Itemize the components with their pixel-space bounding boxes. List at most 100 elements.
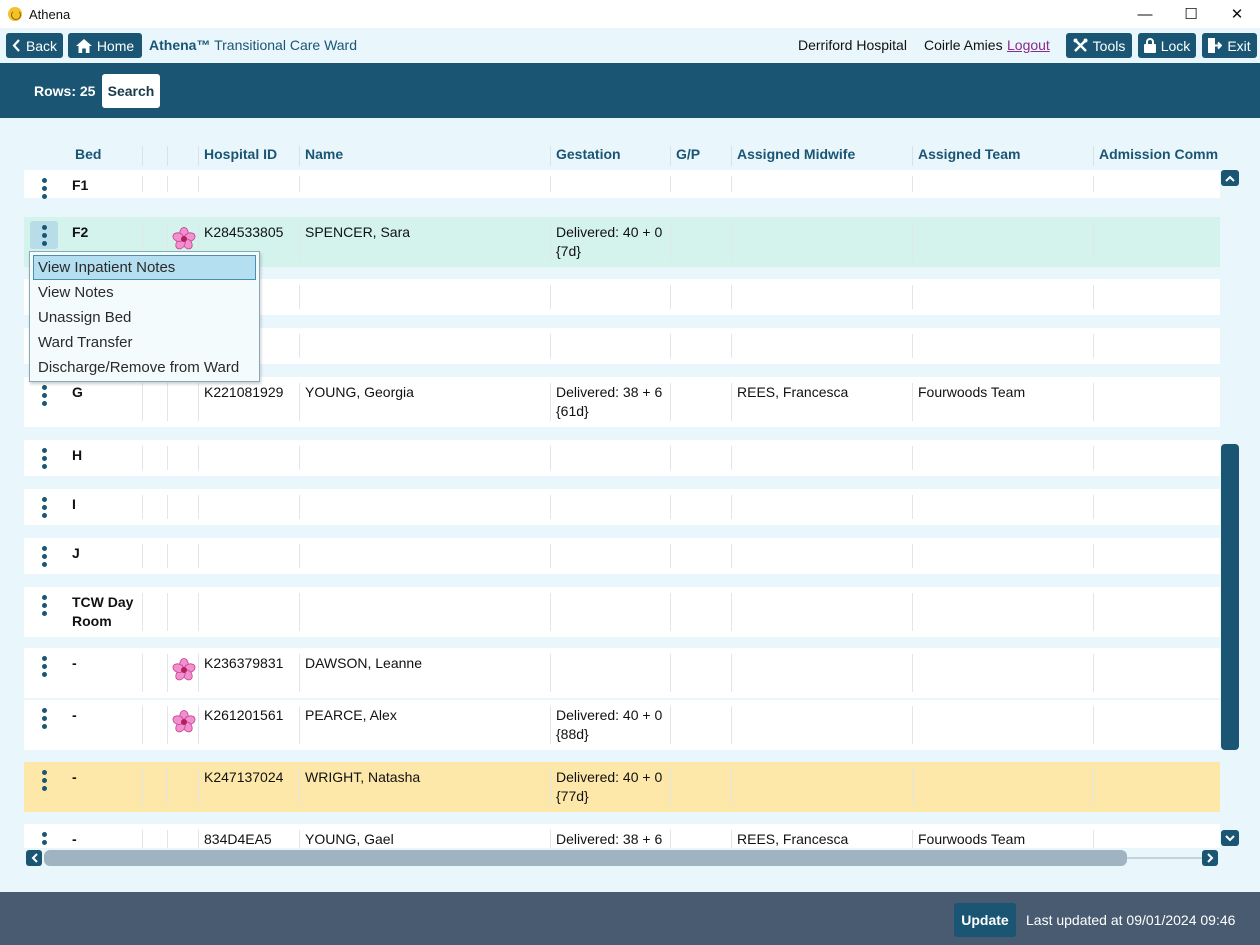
hospital-id-cell — [198, 544, 299, 568]
scroll-left-button[interactable] — [26, 850, 42, 866]
team-cell — [912, 654, 1093, 692]
column-header[interactable]: Assigned Team — [912, 146, 1093, 166]
table-row[interactable]: G K221081929 YOUNG, Georgia Delivered: 38 +… — [24, 377, 1220, 427]
name-cell — [299, 593, 550, 631]
bed-cell: - — [72, 707, 77, 723]
column-header[interactable]: G/P — [670, 146, 731, 166]
tools-button[interactable]: Tools — [1066, 33, 1132, 58]
minimize-button[interactable]: — — [1122, 0, 1168, 28]
icon-cell — [167, 593, 198, 631]
search-button[interactable]: Search — [102, 74, 160, 108]
table-row[interactable]: - K261201561 PEARCE, Alex Delivered: 40 + 0… — [24, 700, 1220, 750]
hospital-id-cell: K236379831 — [198, 654, 299, 692]
horizontal-scrollbar[interactable] — [26, 849, 1220, 867]
gestation-cell — [550, 654, 670, 692]
gp-cell — [670, 223, 731, 261]
table-row[interactable]: J — [24, 538, 1220, 574]
scroll-up-button[interactable] — [1221, 170, 1239, 186]
row-menu-kebab-icon[interactable] — [30, 174, 58, 202]
admission-comment-cell — [1093, 285, 1220, 309]
bed-cell: - — [72, 831, 77, 847]
gestation-cell — [550, 285, 670, 309]
logout-link[interactable]: Logout — [1007, 37, 1050, 53]
row-menu-kebab-icon[interactable] — [30, 766, 58, 794]
table-row[interactable]: F1 — [24, 170, 1220, 199]
menu-item-view-notes[interactable]: View Notes — [33, 280, 256, 305]
gestation-cell — [550, 495, 670, 519]
row-menu-kebab-icon[interactable] — [30, 444, 58, 472]
gp-cell — [670, 593, 731, 631]
row-menu-kebab-icon[interactable] — [30, 493, 58, 521]
table-row[interactable]: I — [24, 489, 1220, 525]
table-row[interactable]: - K247137024 WRIGHT, Natasha Delivered: 40 … — [24, 762, 1220, 812]
bed-cell: G — [72, 384, 83, 400]
back-button[interactable]: Back — [6, 33, 63, 58]
lock-button[interactable]: Lock — [1138, 33, 1196, 58]
back-label: Back — [25, 37, 58, 54]
icon-cell — [167, 383, 198, 421]
hospital-id-cell: K247137024 — [198, 768, 299, 806]
midwife-cell — [731, 223, 912, 261]
last-updated-text: Last updated at 09/01/2024 09:46 — [1026, 912, 1236, 928]
chevron-left-icon — [12, 39, 20, 52]
midwife-cell: REES, Francesca — [731, 383, 912, 421]
hospital-id-cell — [198, 593, 299, 631]
row-menu-kebab-icon[interactable] — [30, 828, 58, 848]
column-header[interactable]: Assigned Midwife — [731, 146, 912, 166]
column-header[interactable]: Hospital ID — [198, 146, 299, 166]
column-header[interactable] — [167, 146, 198, 166]
scroll-down-button[interactable] — [1221, 830, 1239, 846]
bed-cell: F1 — [72, 177, 89, 192]
column-header[interactable]: Bed — [72, 146, 142, 166]
vertical-scroll-thumb[interactable] — [1221, 444, 1239, 750]
icon-cell — [142, 176, 167, 192]
table-row[interactable]: - K236379831 DAWSON, Leanne — [24, 648, 1220, 698]
app-name: Athena™ — [149, 37, 211, 53]
menu-item-ward-transfer[interactable]: Ward Transfer — [33, 330, 256, 355]
bed-cell: I — [72, 496, 76, 512]
row-menu-kebab-icon[interactable] — [30, 704, 58, 732]
bed-cell: - — [72, 769, 77, 785]
menu-item-unassign-bed[interactable]: Unassign Bed — [33, 305, 256, 330]
hospital-id-cell — [198, 176, 299, 192]
team-cell — [912, 446, 1093, 470]
exit-button[interactable]: Exit — [1202, 33, 1257, 58]
row-menu-kebab-icon[interactable] — [30, 652, 58, 680]
row-menu-kebab-icon[interactable] — [30, 542, 58, 570]
table-row[interactable]: - 834D4EA5 YOUNG, Gael Delivered: 38 + 6 REE… — [24, 824, 1220, 848]
update-button[interactable]: Update — [954, 903, 1016, 937]
hospital-name: Derriford Hospital — [798, 37, 907, 53]
hospital-id-cell — [198, 446, 299, 470]
icon-cell — [142, 768, 167, 806]
midwife-cell — [731, 768, 912, 806]
exit-label: Exit — [1227, 37, 1251, 54]
icon-cell — [167, 176, 198, 192]
gp-cell — [670, 768, 731, 806]
icon-cell — [142, 446, 167, 470]
row-menu-kebab-icon[interactable] — [30, 591, 58, 619]
icon-cell — [167, 446, 198, 470]
window-titlebar: Athena — ☐ ✕ — [0, 0, 1260, 28]
column-header[interactable] — [142, 146, 167, 166]
home-button[interactable]: Home — [68, 33, 142, 58]
table-row[interactable]: H — [24, 440, 1220, 476]
row-menu-kebab-icon[interactable] — [30, 381, 58, 409]
midwife-cell — [731, 544, 912, 568]
team-cell — [912, 768, 1093, 806]
gestation-cell — [550, 446, 670, 470]
window-title: Athena — [29, 6, 71, 22]
close-button[interactable]: ✕ — [1214, 0, 1260, 28]
column-header[interactable]: Admission Comm — [1093, 146, 1220, 166]
scroll-right-button[interactable] — [1202, 850, 1218, 866]
menu-item-discharge-remove-from-ward[interactable]: Discharge/Remove from Ward — [33, 355, 256, 380]
icon-cell — [167, 495, 198, 519]
row-menu-kebab-icon[interactable] — [30, 221, 58, 249]
vertical-scrollbar[interactable] — [1221, 170, 1239, 846]
column-header[interactable]: Name — [299, 146, 550, 166]
column-header[interactable]: Gestation — [550, 146, 670, 166]
horizontal-scroll-thumb[interactable] — [44, 850, 1127, 866]
maximize-button[interactable]: ☐ — [1168, 0, 1214, 28]
table-row[interactable]: TCW Day Room — [24, 587, 1220, 637]
menu-item-view-inpatient-notes[interactable]: View Inpatient Notes — [33, 255, 256, 280]
hospital-id-cell — [198, 495, 299, 519]
